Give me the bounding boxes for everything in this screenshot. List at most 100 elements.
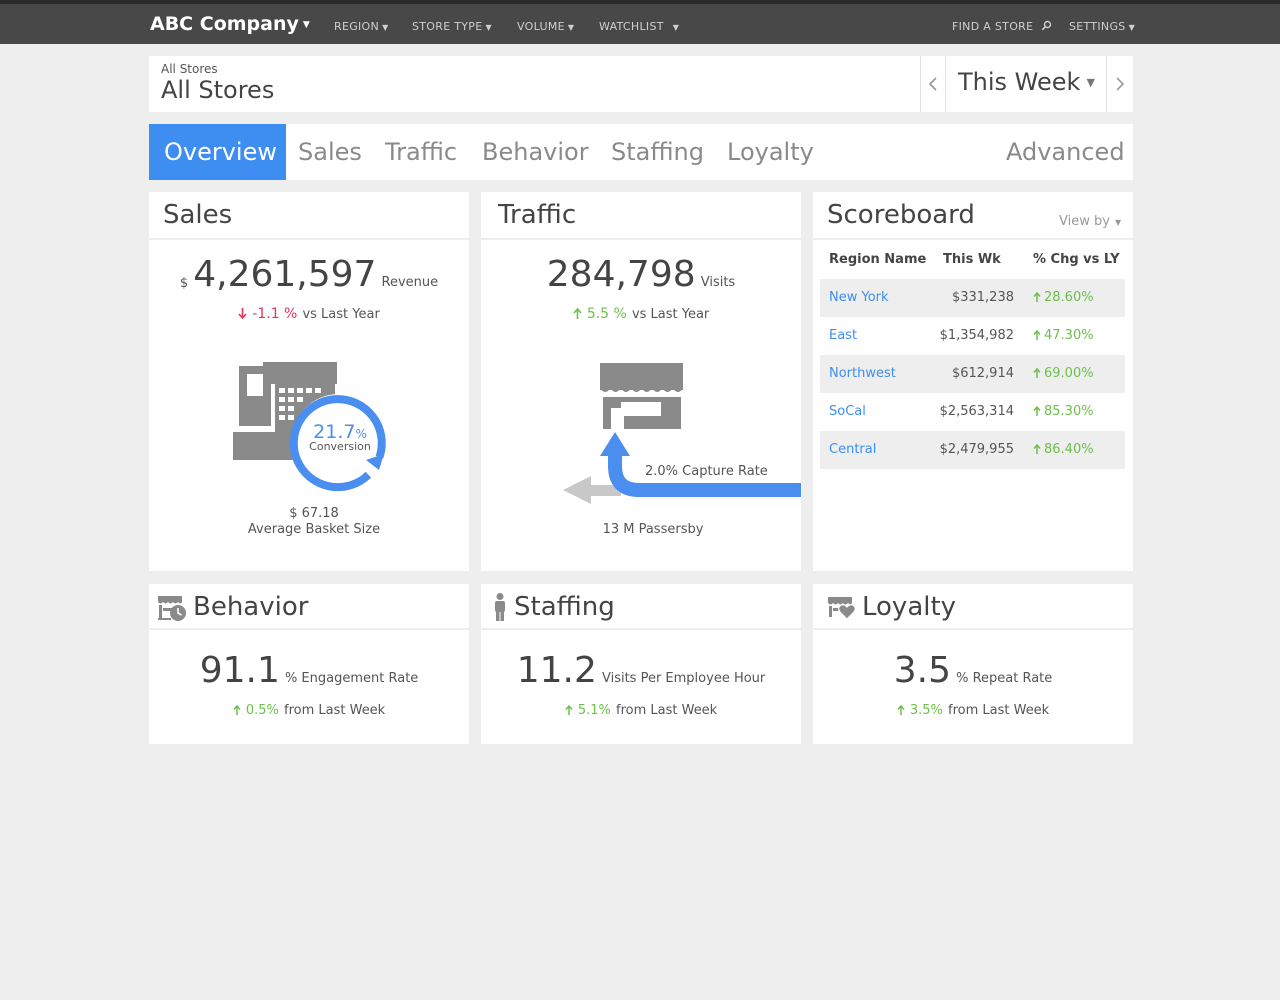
brand-menu[interactable]: ABC Company ▼: [150, 13, 310, 35]
visits-per-hour-change: 5.1% from Last Week: [481, 699, 801, 718]
traffic-card[interactable]: Traffic 284,798 Visits 5.5 % vs Last Yea…: [481, 192, 801, 571]
person-icon: [495, 593, 505, 621]
conversion-metric: 21.7% Conversion: [295, 421, 385, 453]
card-title: Behavior: [193, 592, 309, 622]
tab-traffic[interactable]: Traffic: [385, 124, 457, 180]
visits-change-label: vs Last Year: [631, 307, 710, 322]
period-selector[interactable]: This Week ▼: [958, 68, 1095, 96]
breadcrumb[interactable]: All Stores: [161, 62, 218, 76]
chevron-left-icon: [929, 77, 937, 91]
visits-per-hour-metric: 11.2 Visits Per Employee Hour: [481, 650, 801, 691]
arrow-up-icon: [565, 704, 573, 715]
repeat-rate-metric: 3.5 % Repeat Rate: [813, 650, 1133, 691]
region-change-value: 86.40%: [1044, 442, 1094, 457]
chevron-right-icon: [1116, 77, 1124, 91]
arrow-up-icon: [1033, 405, 1041, 416]
nav-region[interactable]: REGION ▼: [334, 20, 389, 33]
tab-bar: Overview Sales Traffic Behavior Staffing…: [149, 124, 1133, 180]
region-link[interactable]: New York: [829, 290, 889, 305]
tab-loyalty[interactable]: Loyalty: [727, 124, 814, 180]
behavior-card[interactable]: Behavior 91.1 % Engagement Rate 0.5% fro…: [149, 584, 469, 744]
engagement-value: 91.1: [199, 650, 280, 691]
tab-sales[interactable]: Sales: [298, 124, 362, 180]
region-value: $331,238: [951, 290, 1014, 305]
tab-staffing[interactable]: Staffing: [611, 124, 704, 180]
nav-watchlist-label: WATCHLIST: [599, 20, 664, 33]
visits-label: Visits: [700, 275, 736, 290]
nav-store-type-label: STORE TYPE: [412, 20, 483, 33]
card-title: Staffing: [514, 592, 615, 622]
revenue-metric: $ 4,261,597 Revenue: [149, 254, 469, 295]
revenue-label: Revenue: [381, 275, 439, 290]
tab-advanced[interactable]: Advanced: [1006, 124, 1125, 180]
region-value: $2,563,314: [939, 404, 1014, 419]
region-change: 69.00%: [1033, 366, 1094, 381]
table-row[interactable]: Northwest $612,914 69.00%: [820, 355, 1125, 393]
arrow-up-icon: [1033, 367, 1041, 378]
settings-menu[interactable]: SETTINGS ▼: [1069, 20, 1135, 33]
column-header-region[interactable]: Region Name: [829, 252, 926, 267]
repeat-rate-change-value: 3.5%: [909, 703, 943, 718]
region-link[interactable]: SoCal: [829, 404, 866, 419]
sales-card[interactable]: Sales $ 4,261,597 Revenue -1.1 % vs Last…: [149, 192, 469, 571]
basket-label-text: Average Basket Size: [247, 522, 381, 537]
staffing-card[interactable]: Staffing 11.2 Visits Per Employee Hour 5…: [481, 584, 801, 744]
region-link[interactable]: Northwest: [829, 366, 896, 381]
region-change-value: 47.30%: [1044, 328, 1094, 343]
conversion-unit: %: [355, 427, 367, 441]
loyalty-card[interactable]: Loyalty 3.5 % Repeat Rate 3.5% from Last…: [813, 584, 1133, 744]
repeat-rate-label: % Repeat Rate: [956, 671, 1053, 686]
table-row[interactable]: Central $2,479,955 86.40%: [820, 431, 1125, 469]
visits-metric: 284,798 Visits: [481, 254, 801, 295]
card-title: Loyalty: [862, 592, 957, 622]
caret-down-icon: ▼: [672, 23, 680, 32]
clock-store-icon: [158, 596, 186, 621]
caret-down-icon: ▼: [1128, 23, 1136, 32]
table-row[interactable]: SoCal $2,563,314 85.30%: [820, 393, 1125, 431]
arrow-up-icon: [1033, 329, 1041, 340]
tab-behavior[interactable]: Behavior: [482, 124, 589, 180]
region-link[interactable]: East: [829, 328, 857, 343]
caret-down-icon: ▼: [302, 20, 310, 30]
scoreboard-card: Scoreboard View by ▼ Region Name This Wk …: [813, 192, 1133, 571]
nav-watchlist[interactable]: WATCHLIST ▼: [599, 20, 679, 33]
visits-per-hour-change-value: 5.1%: [577, 703, 611, 718]
visits-per-hour-label: Visits Per Employee Hour: [601, 671, 766, 686]
currency-symbol: $: [179, 276, 189, 291]
arrow-down-icon: [238, 308, 247, 320]
region-value: $1,354,982: [939, 328, 1014, 343]
find-store-link[interactable]: FIND A STORE: [952, 20, 1052, 33]
nav-volume[interactable]: VOLUME ▼: [517, 20, 574, 33]
conversion-label: Conversion: [309, 440, 371, 453]
caret-down-icon: ▼: [1086, 76, 1095, 89]
card-title: Traffic: [498, 200, 577, 230]
page-title: All Stores: [161, 76, 275, 104]
nav-volume-label: VOLUME: [517, 20, 565, 33]
period-label: This Week: [958, 68, 1081, 96]
store-icon: [563, 363, 801, 504]
tab-overview[interactable]: Overview: [149, 124, 286, 180]
nav-store-type[interactable]: STORE TYPE ▼: [412, 20, 492, 33]
table-row[interactable]: New York $331,238 28.60%: [820, 279, 1125, 317]
next-period-button[interactable]: [1107, 56, 1133, 112]
caret-down-icon: ▼: [567, 23, 575, 32]
view-by-dropdown[interactable]: View by ▼: [1059, 214, 1121, 229]
arrow-up-icon: [233, 704, 241, 715]
divider: [945, 56, 946, 112]
view-by-label: View by: [1059, 214, 1110, 229]
divider: [149, 628, 469, 630]
table-row[interactable]: East $1,354,982 47.30%: [820, 317, 1125, 355]
heart-store-icon: [828, 597, 856, 620]
previous-period-button[interactable]: [921, 56, 945, 112]
region-link[interactable]: Central: [829, 442, 876, 457]
card-title: Scoreboard: [827, 200, 975, 230]
column-header-change[interactable]: % Chg vs LY: [1033, 252, 1120, 267]
arrow-up-icon: [897, 704, 905, 715]
region-value: $612,914: [951, 366, 1014, 381]
divider: [149, 238, 469, 240]
region-change-value: 69.00%: [1044, 366, 1094, 381]
column-header-this-week[interactable]: This Wk: [943, 252, 1001, 267]
brand-name: ABC Company: [150, 13, 299, 35]
region-change: 85.30%: [1033, 404, 1094, 419]
divider: [813, 628, 1133, 630]
